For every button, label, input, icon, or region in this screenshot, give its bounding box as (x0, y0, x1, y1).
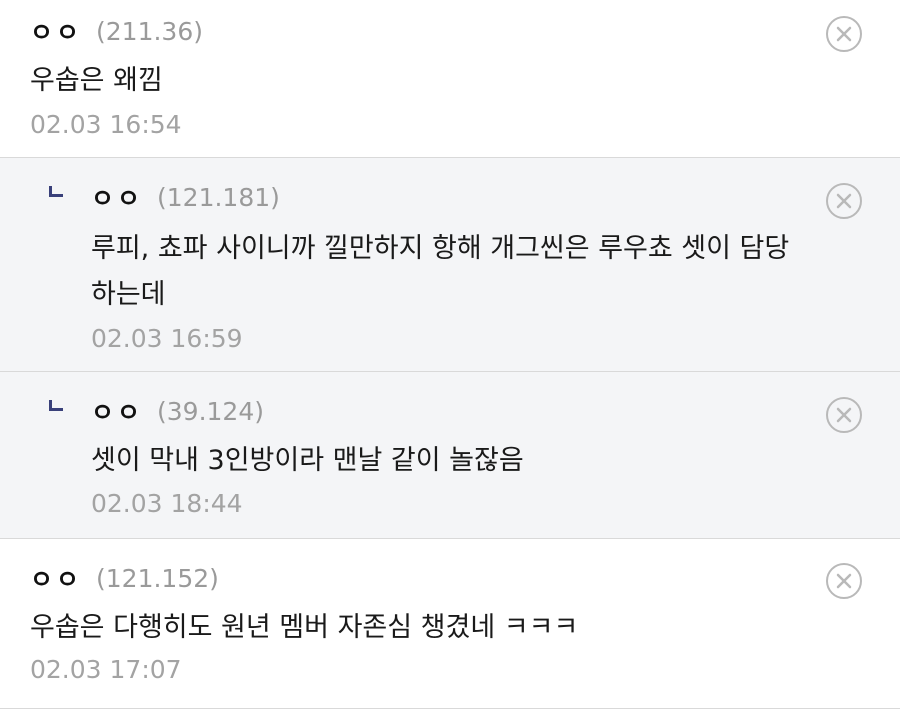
comment-header: ㅇㅇ (121.152) (30, 561, 219, 595)
comment-header: ㅇㅇ (121.181) (91, 180, 280, 214)
delete-comment-button[interactable] (826, 183, 862, 219)
delete-comment-button[interactable] (826, 397, 862, 433)
comment-header: ㅇㅇ (39.124) (91, 394, 264, 428)
comment-text: 우솝은 왜낌 (30, 65, 163, 96)
comment-text-line2: 하는데 (91, 279, 166, 310)
reply-item: ㅇㅇ (121.181) 루피, 쵸파 사이니까 낄만하지 항해 개그씬은 루우… (0, 158, 900, 372)
delete-comment-button[interactable] (826, 16, 862, 52)
comment-author[interactable]: ㅇㅇ (30, 13, 82, 49)
comment-author[interactable]: ㅇㅇ (30, 560, 82, 596)
close-circle-icon (836, 26, 852, 42)
comment-author[interactable]: ㅇㅇ (91, 393, 143, 429)
comment-time: 02.03 17:07 (30, 655, 182, 684)
comment-item: ㅇㅇ (211.36) 우솝은 왜낌 02.03 16:54 (0, 0, 900, 158)
close-circle-icon (836, 573, 852, 589)
comment-ip: (39.124) (157, 396, 264, 426)
comment-text: 우솝은 다행히도 원년 멤버 자존심 챙겼네 ㅋㅋㅋ (30, 612, 579, 643)
comment-item: ㅇㅇ (121.152) 우솝은 다행히도 원년 멤버 자존심 챙겼네 ㅋㅋㅋ … (0, 539, 900, 709)
comment-ip: (121.181) (157, 182, 280, 212)
close-circle-icon (836, 193, 852, 209)
comment-list: ㅇㅇ (211.36) 우솝은 왜낌 02.03 16:54 ㅇㅇ (121.1… (0, 0, 900, 709)
comment-text-line1: 루피, 쵸파 사이니까 낄만하지 항해 개그씬은 루우쵸 셋이 담당 (91, 233, 790, 264)
comment-time: 02.03 16:59 (91, 324, 243, 353)
comment-time: 02.03 18:44 (91, 489, 243, 518)
reply-item: ㅇㅇ (39.124) 셋이 막내 3인방이라 맨날 같이 놀잖음 02.03 … (0, 372, 900, 539)
comment-text: 셋이 막내 3인방이라 맨날 같이 놀잖음 (91, 445, 524, 476)
comment-author[interactable]: ㅇㅇ (91, 179, 143, 215)
comment-ip: (211.36) (96, 16, 203, 46)
delete-comment-button[interactable] (826, 563, 862, 599)
close-circle-icon (836, 407, 852, 423)
reply-arrow-icon (49, 186, 63, 197)
reply-arrow-icon (49, 400, 63, 411)
comment-time: 02.03 16:54 (30, 110, 182, 139)
comment-ip: (121.152) (96, 563, 219, 593)
comment-header: ㅇㅇ (211.36) (30, 14, 203, 48)
